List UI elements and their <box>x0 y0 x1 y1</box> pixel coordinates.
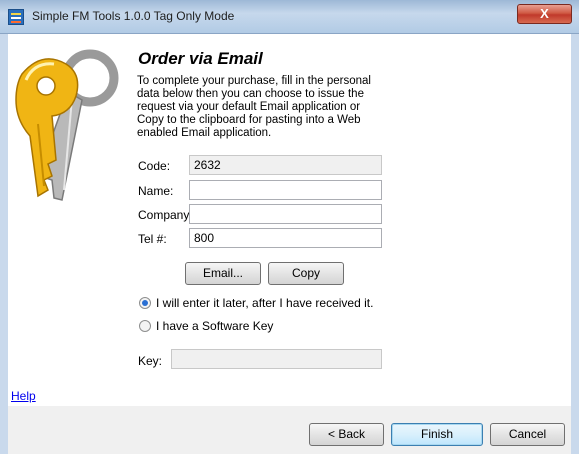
button-bar: < Back Finish Cancel <box>8 406 571 454</box>
enter-later-label[interactable]: I will enter it later, after I have rece… <box>156 296 373 310</box>
company-label: Company: <box>138 208 193 222</box>
close-button[interactable]: X <box>517 4 572 24</box>
name-field[interactable] <box>189 180 382 200</box>
software-key-label[interactable]: I have a Software Key <box>156 319 273 333</box>
code-field: 2632 <box>189 155 382 175</box>
tel-field[interactable]: 800 <box>189 228 382 248</box>
keys-icon <box>15 49 119 201</box>
enter-later-radio[interactable] <box>139 297 151 309</box>
intro-text: To complete your purchase, fill in the p… <box>137 75 371 139</box>
page-heading: Order via Email <box>138 49 263 68</box>
window-right-frame <box>571 34 579 454</box>
app-icon <box>8 9 24 25</box>
cancel-button[interactable]: Cancel <box>490 423 565 446</box>
software-key-radio[interactable] <box>139 320 151 332</box>
code-label: Code: <box>138 159 171 173</box>
key-field <box>171 349 382 369</box>
copy-button[interactable]: Copy <box>268 262 344 285</box>
key-label: Key: <box>138 354 163 368</box>
title-bar[interactable]: Simple FM Tools 1.0.0 Tag Only Mode X <box>0 0 579 34</box>
finish-button[interactable]: Finish <box>391 423 483 446</box>
wizard-window: Simple FM Tools 1.0.0 Tag Only Mode X Or… <box>0 0 579 454</box>
wizard-page: Order via Email To complete your purchas… <box>8 34 571 410</box>
help-link[interactable]: Help <box>11 389 36 403</box>
company-field[interactable] <box>189 204 382 224</box>
back-button[interactable]: < Back <box>309 423 384 446</box>
window-left-frame <box>0 34 8 454</box>
name-label: Name: <box>138 184 174 198</box>
window-title: Simple FM Tools 1.0.0 Tag Only Mode <box>32 9 235 23</box>
tel-label: Tel #: <box>138 232 167 246</box>
email-button[interactable]: Email... <box>185 262 261 285</box>
